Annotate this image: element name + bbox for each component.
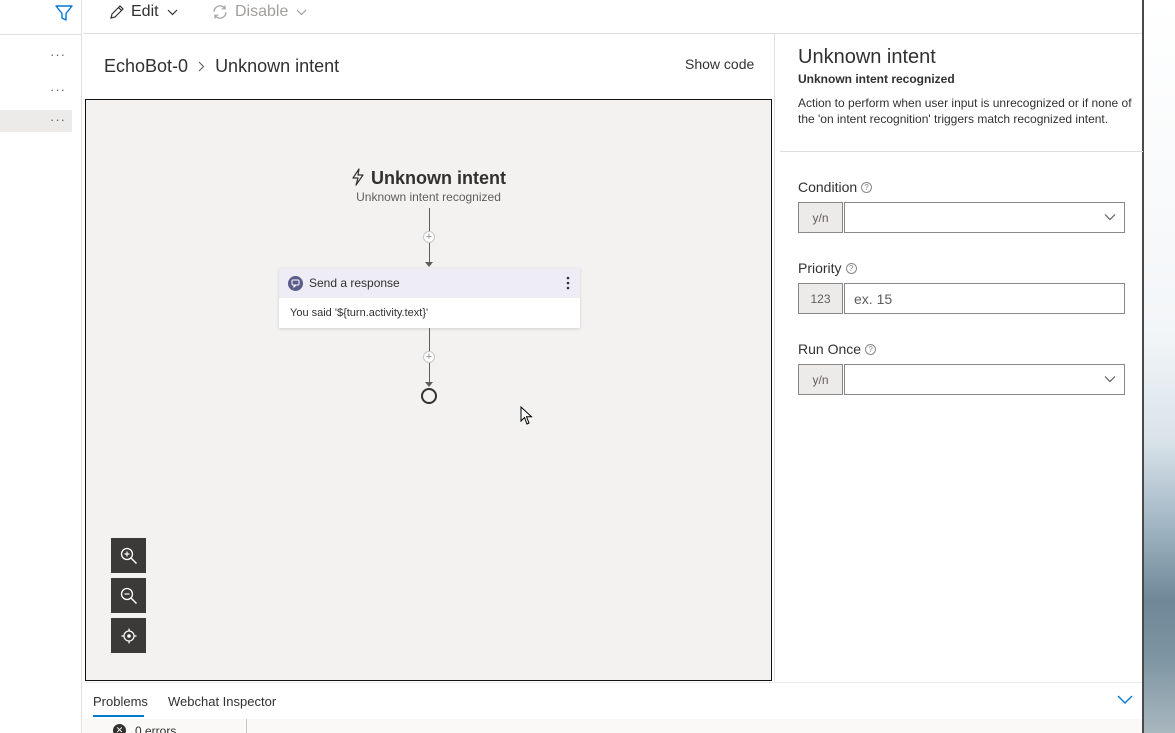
run-once-label-text: Run Once [798, 341, 862, 357]
nav-divider [0, 34, 82, 35]
send-response-node[interactable]: Send a response You said '${turn.activit… [279, 268, 580, 328]
action-title: Send a response [309, 276, 400, 290]
connector-arrow [425, 382, 433, 387]
condition-dropdown[interactable] [844, 202, 1125, 233]
more-options-icon[interactable]: ··· [50, 47, 66, 62]
tab-problems[interactable]: Problems [93, 694, 148, 709]
zoom-out-icon [120, 587, 137, 604]
disable-label: Disable [235, 3, 289, 20]
desktop-background [1142, 0, 1175, 733]
help-icon[interactable]: ? [845, 262, 857, 274]
problems-summary: ✕ 0 errors [83, 719, 1142, 733]
trigger-node-title[interactable]: Unknown intent [86, 168, 771, 189]
filter-icon[interactable] [55, 4, 73, 22]
breadcrumb-current[interactable]: Unknown intent [215, 56, 339, 77]
add-action-icon[interactable]: + [423, 231, 435, 243]
toolbar: Edit Disable [83, 0, 1142, 34]
pane-divider [780, 151, 1143, 152]
chevron-down-icon [1104, 376, 1116, 383]
chevron-down-icon [167, 9, 178, 15]
refresh-icon [213, 5, 227, 19]
left-navigation: ··· ··· ··· [0, 0, 82, 733]
pane-description: Action to perform when user input is unr… [798, 96, 1132, 126]
edit-button[interactable]: Edit [109, 0, 178, 24]
flow-end-node [421, 388, 437, 404]
chevron-down-icon [296, 9, 307, 15]
run-once-type-badge[interactable]: y/n [798, 364, 843, 395]
condition-type-badge[interactable]: y/n [798, 202, 843, 233]
trigger-title-text: Unknown intent [371, 168, 506, 188]
chevron-down-icon [1104, 214, 1116, 221]
priority-label-text: Priority [798, 260, 842, 276]
target-icon [121, 628, 136, 643]
panel-divider [246, 719, 247, 733]
flow-canvas[interactable]: Unknown intent Unknown intent recognized… [85, 99, 772, 681]
priority-input[interactable]: ex. 15 [844, 283, 1125, 314]
pencil-icon [110, 5, 124, 19]
breadcrumb-root[interactable]: EchoBot-0 [104, 56, 188, 77]
mouse-cursor-icon [520, 406, 533, 425]
property-pane: Unknown intent Unknown intent recognized… [774, 34, 1143, 682]
bottom-panel: Problems Webchat Inspector ✕ 0 errors [83, 682, 1142, 733]
run-once-label: Run Once ? [798, 341, 877, 357]
error-count[interactable]: 0 errors [135, 724, 176, 733]
disable-button[interactable]: Disable [211, 0, 307, 24]
chevron-down-icon[interactable] [1117, 693, 1133, 705]
breadcrumb: EchoBot-0 Unknown intent [104, 56, 339, 77]
pane-subtitle: Unknown intent recognized [798, 72, 955, 86]
zoom-in-button[interactable] [111, 538, 146, 573]
run-once-dropdown[interactable] [844, 364, 1125, 395]
more-vertical-icon[interactable] [566, 276, 570, 290]
nav-item[interactable]: ··· [0, 45, 72, 67]
lightning-icon [352, 168, 364, 186]
condition-label: Condition ? [798, 179, 873, 195]
help-icon[interactable]: ? [865, 343, 877, 355]
more-options-icon[interactable]: ··· [50, 112, 66, 127]
recenter-button[interactable] [111, 618, 146, 653]
error-icon: ✕ [113, 724, 126, 733]
help-icon[interactable]: ? [861, 181, 873, 193]
tab-webchat-inspector[interactable]: Webchat Inspector [168, 694, 276, 709]
zoom-in-icon [120, 547, 137, 564]
more-options-icon[interactable]: ··· [50, 82, 66, 97]
priority-type-badge[interactable]: 123 [798, 283, 843, 314]
priority-placeholder: ex. 15 [854, 290, 893, 307]
connector-arrow [425, 262, 433, 267]
action-header: Send a response [279, 268, 580, 298]
add-action-icon[interactable]: + [423, 351, 435, 363]
chat-bubble-icon [288, 275, 303, 291]
zoom-out-button[interactable] [111, 578, 146, 613]
nav-item-selected[interactable]: ··· [0, 110, 72, 132]
pane-title: Unknown intent [798, 46, 936, 68]
condition-label-text: Condition [798, 179, 858, 195]
show-code-button[interactable]: Show code [685, 56, 754, 72]
priority-label: Priority ? [798, 260, 857, 276]
composer-window: ··· ··· ··· Edit Disable EchoBot-0 Unkno… [0, 0, 1175, 733]
chevron-right-icon [198, 61, 205, 72]
edit-label: Edit [131, 3, 159, 20]
nav-item[interactable]: ··· [0, 80, 72, 102]
trigger-node-subtitle: Unknown intent recognized [356, 190, 501, 204]
active-tab-indicator [93, 715, 144, 717]
action-body: You said '${turn.activity.text}' [290, 307, 429, 319]
